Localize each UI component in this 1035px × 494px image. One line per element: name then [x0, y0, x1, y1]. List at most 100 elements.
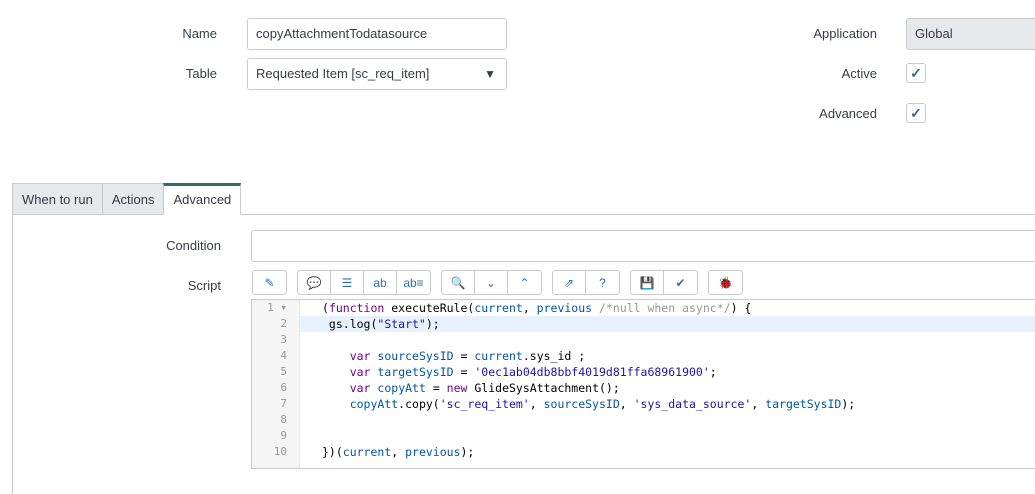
code-token: var: [349, 349, 371, 363]
format-icon: ☰: [341, 275, 353, 290]
tab-advanced[interactable]: Advanced: [163, 183, 242, 215]
code-token: (: [322, 301, 329, 315]
table-select[interactable]: Requested Item [sc_req_item] ▼: [247, 58, 507, 90]
code-token: GlideSysAttachment();: [467, 381, 620, 395]
line-number: 10: [273, 445, 287, 458]
code-line: (function executeRule(current, previous …: [300, 300, 1035, 316]
condition-label: Condition: [166, 238, 221, 253]
code-token: new: [446, 381, 468, 395]
application-field: Global: [906, 18, 1035, 50]
toolbar-group: 🔍 ⌄ ⌃: [441, 270, 542, 295]
table-label: Table: [185, 66, 217, 81]
toolbar-group: 💬 ☰ ab ab≡: [297, 270, 431, 295]
line-number: 9: [280, 429, 287, 442]
code-token: 'sys_data_source': [633, 397, 752, 411]
line-number: 8: [280, 413, 287, 426]
code-token: sourceSysID: [377, 349, 454, 363]
code-token: =: [425, 381, 447, 395]
active-checkbox[interactable]: ✓: [906, 63, 926, 83]
line-number: 4: [280, 349, 287, 362]
fullscreen-icon: ⇗: [563, 275, 575, 290]
name-label: Name: [182, 26, 217, 41]
tab-when-to-run[interactable]: When to run: [12, 183, 103, 215]
code-line: gs.log("Start");: [300, 316, 1035, 332]
save-icon: 💾: [639, 275, 655, 290]
chevron-down-icon: ▼: [484, 67, 496, 81]
save-button[interactable]: 💾: [631, 271, 664, 294]
debug-icon: 🐞: [718, 275, 733, 290]
code-token: .sys_id ;: [522, 349, 586, 363]
line-number: 6: [280, 381, 287, 394]
replace-button[interactable]: ab: [364, 271, 397, 294]
code-token: targetSysID: [377, 365, 454, 379]
format-button[interactable]: ☰: [331, 271, 364, 294]
code-token: ,: [619, 397, 634, 411]
code-token: '0ec1ab04db8bbf4019d81ffa68961900': [474, 365, 710, 379]
tab-actions[interactable]: Actions: [101, 183, 165, 215]
search-button[interactable]: 🔍: [442, 271, 475, 294]
code-token: ) {: [730, 301, 752, 315]
search-next-button[interactable]: ⌄: [475, 271, 508, 294]
code-token: "Start": [377, 317, 426, 331]
script-validate-button[interactable]: ✔: [664, 271, 697, 294]
application-label: Application: [813, 26, 877, 41]
code-token: =: [453, 365, 475, 379]
code-token: ,: [522, 301, 537, 315]
code-token: executeRule(: [384, 301, 475, 315]
script-assist-button[interactable]: ✎: [253, 271, 286, 294]
script-validate-icon: ✔: [675, 275, 686, 290]
code-token: =: [453, 349, 475, 363]
code-line: var copyAtt = new GlideSysAttachment();: [300, 380, 1035, 396]
help-icon: ?: [599, 275, 606, 290]
help-button[interactable]: ?: [586, 271, 619, 294]
table-value: Requested Item [sc_req_item]: [256, 66, 430, 81]
code-token: function: [328, 301, 385, 315]
script-assist-icon: ✎: [264, 275, 275, 290]
comment-button[interactable]: 💬: [298, 271, 331, 294]
fullscreen-button[interactable]: ⇗: [553, 271, 586, 294]
script-editor[interactable]: 1 ▾ 2 3 4 5 6 7 8 9 10 (function executeRule(curr…: [251, 299, 1035, 469]
code-token: 'sc_req_item': [439, 397, 530, 411]
name-input[interactable]: copyAttachmentTodatasource: [247, 18, 507, 50]
condition-input[interactable]: [251, 230, 1035, 262]
code-token: ,: [391, 445, 406, 459]
code-token: );: [425, 317, 440, 331]
code-token: var: [349, 381, 371, 395]
code-line: var targetSysID = '0ec1ab04db8bbf4019d81…: [300, 364, 1035, 380]
replace-all-icon: ab≡: [403, 275, 424, 290]
line-number: 3: [280, 333, 287, 346]
search-icon: 🔍: [450, 275, 466, 290]
code-token: })(: [322, 445, 343, 459]
code-token: gs.log(: [322, 317, 378, 331]
advanced-checkbox[interactable]: ✓: [906, 103, 926, 123]
replace-all-button[interactable]: ab≡: [397, 271, 430, 294]
line-number: 1 ▾: [267, 301, 287, 314]
code-token: ,: [751, 397, 766, 411]
code-token: current: [342, 445, 392, 459]
search-previous-button[interactable]: ⌃: [508, 271, 541, 294]
search-previous-icon: ⌃: [519, 275, 530, 290]
code-line: copyAtt.copy('sc_req_item', sourceSysID,…: [300, 396, 1035, 412]
line-gutter: 1 ▾ 2 3 4 5 6 7 8 9 10: [252, 300, 300, 468]
code-token: previous: [405, 445, 461, 459]
script-toolbar: ✎ 💬 ☰ ab ab≡ 🔍 ⌄ ⌃ ⇗? 💾 ✔ 🐞: [252, 270, 743, 295]
replace-icon: ab: [373, 275, 387, 290]
toolbar-group: ✎: [252, 270, 287, 295]
code-token: sourceSysID: [543, 397, 620, 411]
advanced-label: Advanced: [819, 106, 877, 121]
debug-button[interactable]: 🐞: [709, 271, 742, 294]
code-line: })(current, previous);: [300, 444, 1035, 460]
toolbar-group: 🐞: [708, 270, 743, 295]
code-area[interactable]: (function executeRule(current, previous …: [300, 300, 1035, 460]
code-token: copyAtt: [377, 381, 426, 395]
code-token: ,: [529, 397, 544, 411]
code-line: var sourceSysID = current.sys_id ;: [300, 348, 1035, 364]
toolbar-group: 💾 ✔: [630, 270, 698, 295]
code-token: /*null when async*/: [599, 301, 731, 315]
code-token: previous: [536, 301, 593, 315]
